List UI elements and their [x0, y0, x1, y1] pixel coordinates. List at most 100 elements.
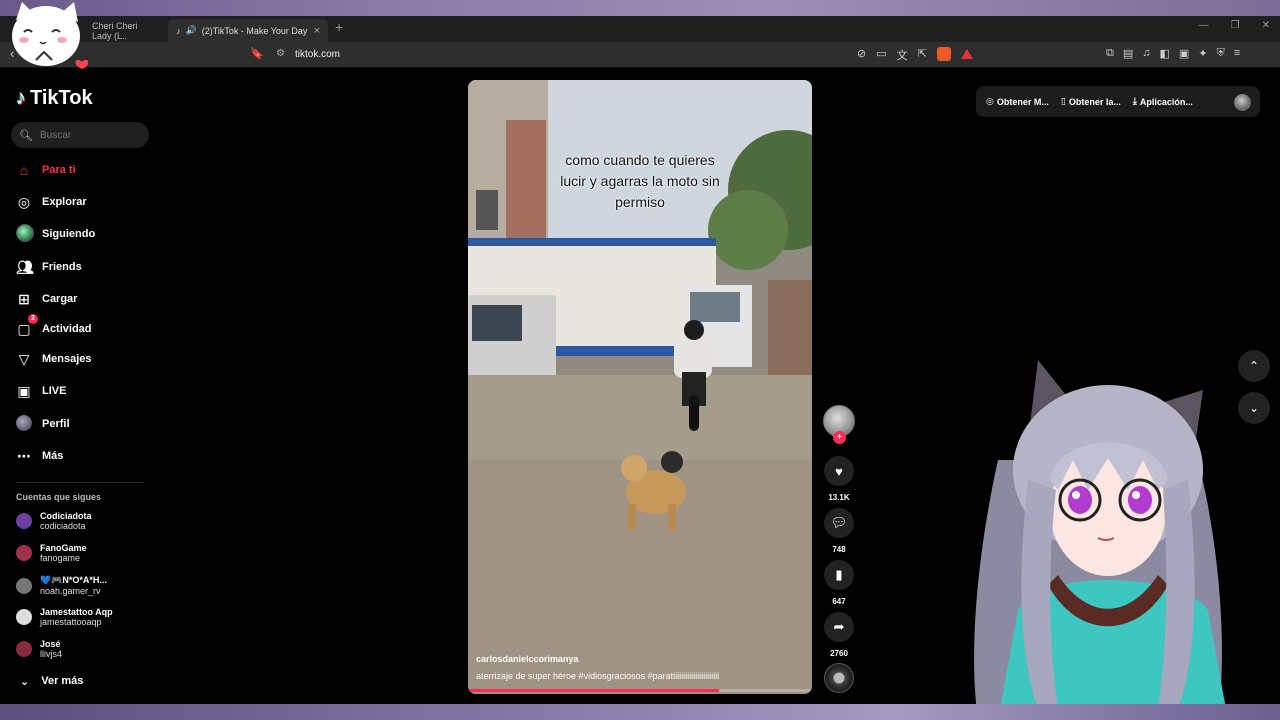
translate-icon[interactable]: 文	[897, 47, 908, 63]
video-description[interactable]: aterrizaje de super héroe #vidiosgracios…	[476, 671, 719, 681]
avatar	[16, 513, 32, 529]
heart-icon: ♥	[835, 463, 843, 479]
search-bar[interactable]: 🔍︎	[11, 122, 149, 148]
sidebar-item-mas[interactable]: ⋯ Más	[16, 444, 63, 468]
like-button[interactable]: ♥	[824, 456, 854, 486]
phone-icon: ▯	[1060, 96, 1066, 106]
browser-tab-active[interactable]: ♪ 🔊 (2)TikTok - Make Your Day ×	[168, 19, 328, 42]
sidebar-item-para-ti[interactable]: ⌂ Para ti	[16, 158, 76, 182]
chevron-up-icon: ⌃	[1248, 359, 1260, 373]
search-input[interactable]	[39, 129, 140, 141]
extensions-icon[interactable]: ⧉	[1106, 47, 1114, 60]
browser-tab-inactive[interactable]: Cheri Cheri Lady (L..	[84, 19, 164, 42]
comment-button[interactable]: 💬︎	[824, 508, 854, 538]
bookmark-icon[interactable]: 🔖	[250, 47, 264, 60]
sidebar-item-explorar[interactable]: ◎ Explorar	[16, 190, 87, 214]
desktop-app-label: Aplicación...	[1139, 96, 1193, 107]
account-name: 💙🎮N*O*A*H...	[40, 575, 107, 585]
maximize-icon[interactable]: ❐	[1231, 20, 1240, 31]
following-account[interactable]: Jamestattoo Aqp jamestattooaqp	[16, 607, 113, 627]
following-account[interactable]: José llivjs4	[16, 639, 62, 659]
send-icon: ▽	[18, 350, 30, 367]
new-tab-button[interactable]: +	[335, 19, 343, 35]
caption-line: como cuando te quieres	[565, 152, 715, 168]
avatar	[16, 545, 32, 561]
sidebar-icon[interactable]: ◧	[1160, 47, 1170, 60]
following-account[interactable]: FanoGame fanogame	[16, 543, 87, 563]
tab-search-icon[interactable]: ▤	[1123, 47, 1133, 60]
sidebar-item-live[interactable]: ▣ LIVE	[16, 379, 66, 403]
profile-avatar-icon	[16, 414, 32, 434]
compass-icon: ◎	[17, 193, 31, 210]
media-icon[interactable]: ♫	[1142, 47, 1150, 60]
follow-plus-icon[interactable]: +	[833, 431, 846, 444]
sidebar-item-perfil[interactable]: Perfil	[16, 412, 70, 436]
following-account[interactable]: Codiciadota codiciadota	[16, 511, 92, 531]
share-icon[interactable]: ⇱	[918, 47, 927, 63]
avatar	[16, 577, 32, 594]
minimize-icon[interactable]: —	[1199, 20, 1209, 31]
account-handle: jamestattooaqp	[40, 617, 102, 627]
following-account[interactable]: 💙🎮N*O*A*H... noah.gamer_rv	[16, 575, 107, 596]
url-field[interactable]: tiktok.com	[295, 49, 340, 60]
see-more-button[interactable]: ⌄ Ver más	[20, 675, 83, 688]
cat-mascot-overlay	[12, 2, 88, 69]
cast-icon[interactable]: ▭	[876, 47, 886, 63]
close-tab-icon[interactable]: ×	[314, 25, 320, 37]
sidebar-item-mensajes[interactable]: ▽ Mensajes	[16, 347, 92, 371]
profile-avatar[interactable]	[1234, 94, 1251, 111]
share-count: 2760	[830, 649, 848, 658]
get-app-button[interactable]: ▯ Obtener la...	[1061, 96, 1121, 107]
video-player[interactable]: como cuando te quieres lucir y agarras l…	[468, 80, 812, 694]
music-disc-icon[interactable]	[824, 663, 854, 693]
home-icon: ⌂	[19, 162, 29, 178]
sidebar-item-label: Para ti	[42, 164, 76, 176]
video-caption-overlay: como cuando te quieres lucir y agarras l…	[468, 150, 812, 213]
video-progress-fill	[468, 689, 720, 692]
sidebar-item-actividad[interactable]: ▢ 2 Actividad	[16, 313, 92, 341]
account-handle: noah.gamer_rv	[40, 586, 101, 596]
upload-icon: ⊞	[18, 290, 30, 307]
tiktok-note-icon: ♪	[16, 87, 26, 109]
wallet-icon[interactable]: ▣	[1179, 47, 1189, 60]
like-count: 13.1K	[828, 493, 850, 502]
address-bar-icons: ⊘ ▭ 文 ⇱	[857, 47, 973, 63]
sidebar-item-friends[interactable]: 👥︎ Friends	[16, 255, 82, 279]
video-author[interactable]: carlosdanielccorimanya	[476, 654, 579, 664]
browser-tab-strip: Cheri Cheri Lady (L.. ♪ 🔊 (2)TikTok - Ma…	[0, 16, 1280, 42]
share-button[interactable]: ➦	[824, 612, 854, 642]
avatar	[16, 641, 32, 657]
sidebar-item-cargar[interactable]: ⊞ Cargar	[16, 287, 77, 311]
activity-icon: ▢ 2	[16, 313, 38, 338]
save-button[interactable]: ▮	[824, 560, 854, 590]
coin-icon: ◎	[986, 96, 994, 106]
close-window-icon[interactable]: ✕	[1262, 20, 1270, 31]
tiktok-logo[interactable]: ♪ TikTok	[16, 87, 93, 110]
desktop-app-button[interactable]: ⤓ Aplicación...	[1133, 96, 1193, 107]
share-arrow-icon: ➦	[833, 619, 845, 634]
next-video-button[interactable]: ⌄	[1238, 392, 1270, 424]
reader-icon[interactable]: ⊘	[857, 47, 866, 63]
account-handle: codiciadota	[40, 521, 86, 531]
menu-icon[interactable]: ≡	[1234, 47, 1240, 60]
extension-icons: ⧉ ▤ ♫ ◧ ▣ ✦ ⛨ ≡	[1106, 47, 1240, 60]
site-info-icon[interactable]: ⚙	[276, 48, 285, 59]
previous-video-button[interactable]: ⌃	[1238, 350, 1270, 382]
comment-icon: 💬︎	[830, 515, 848, 530]
bookmark-icon: ▮	[835, 567, 843, 582]
brave-rewards-icon[interactable]	[960, 49, 973, 59]
get-coins-button[interactable]: ◎ Obtener M...	[986, 96, 1049, 107]
brave-shield-icon[interactable]	[936, 47, 951, 61]
search-icon: 🔍︎	[19, 129, 33, 142]
save-count: 647	[832, 597, 846, 606]
tab-title: (2)TikTok - Make Your Day	[201, 25, 308, 36]
sidebar-item-siguiendo[interactable]: Siguiendo	[16, 222, 95, 246]
video-progress-bar[interactable]	[468, 689, 812, 692]
friends-icon: 👥︎	[16, 258, 34, 275]
audio-icon[interactable]: 🔊	[186, 25, 197, 36]
caption-line: lucir y agarras la moto sin	[560, 173, 720, 189]
vpn-icon[interactable]: ⛨	[1217, 47, 1225, 60]
leo-icon[interactable]: ✦	[1198, 47, 1207, 60]
account-name: Codiciadota	[40, 511, 92, 521]
avatar	[16, 609, 32, 625]
